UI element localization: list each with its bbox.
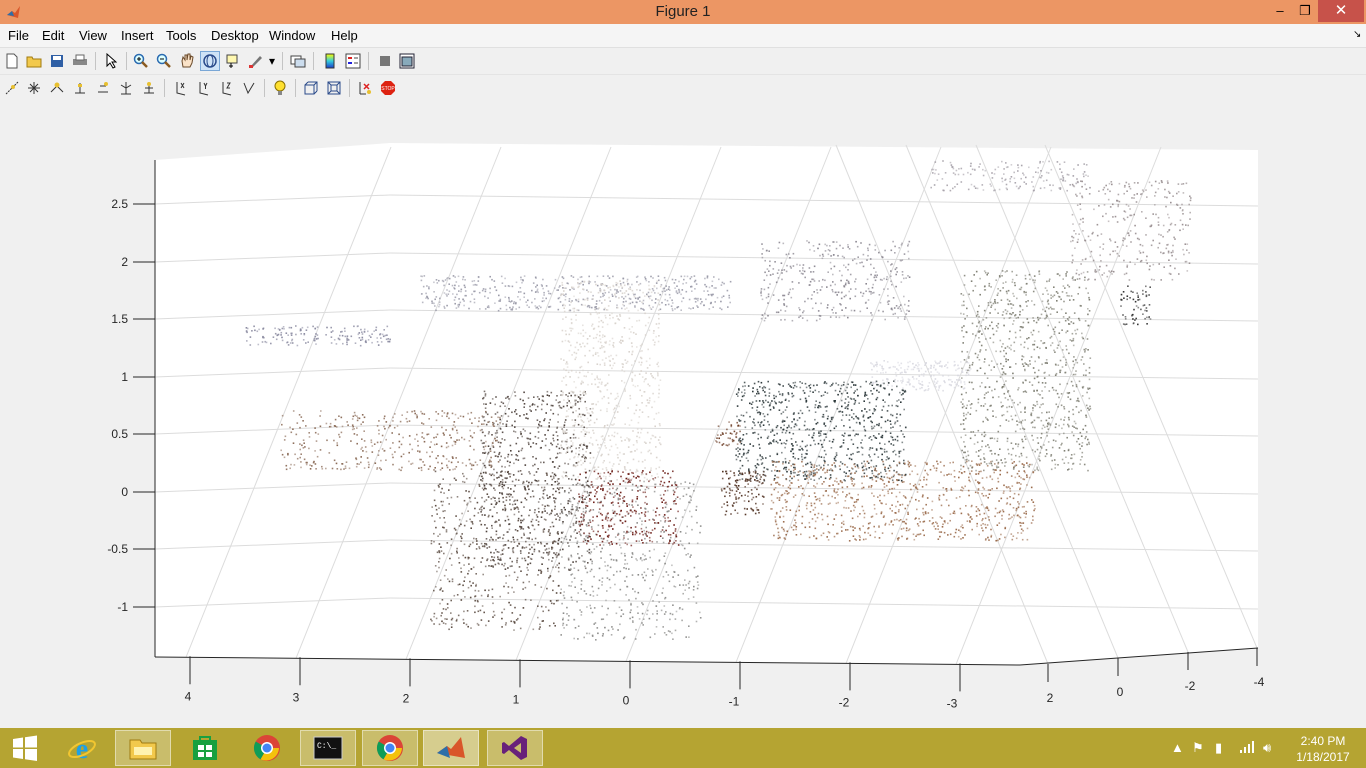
x-tick-label: -2 bbox=[839, 695, 850, 709]
x-principal-axis-icon[interactable] bbox=[170, 78, 190, 98]
z-tick-label: 2 bbox=[121, 255, 128, 269]
close-button[interactable]: ✕ bbox=[1318, 0, 1364, 22]
x-tick-label: 4 bbox=[185, 689, 192, 703]
matlab-icon[interactable] bbox=[423, 730, 479, 766]
chrome-icon[interactable] bbox=[239, 730, 295, 766]
x-tick-label: 0 bbox=[623, 693, 630, 707]
stop-camera-icon[interactable]: STOP bbox=[378, 78, 398, 98]
z-tick-label: 2.5 bbox=[111, 197, 128, 211]
menu-file[interactable]: File bbox=[8, 28, 29, 43]
new-figure-icon[interactable] bbox=[2, 51, 22, 71]
colorbar-icon[interactable] bbox=[320, 51, 340, 71]
taskbar: e C:\_ ▲ ⚑ ▮ 🔊︎ 2:40 PM 1/18/2017 bbox=[0, 728, 1366, 768]
dock-arrow-icon[interactable]: ↘ bbox=[1353, 29, 1361, 40]
camera-dolly-icon[interactable] bbox=[70, 78, 90, 98]
x-tick-label: 3 bbox=[293, 690, 300, 704]
x-tick-label: 2 bbox=[403, 691, 410, 705]
orthographic-projection-icon[interactable] bbox=[301, 78, 321, 98]
menu-insert[interactable]: Insert bbox=[121, 28, 154, 43]
y-tick-label: -4 bbox=[1254, 675, 1265, 689]
link-plot-icon[interactable] bbox=[288, 51, 308, 71]
internet-explorer-icon[interactable]: e bbox=[54, 730, 110, 766]
store-icon[interactable] bbox=[177, 730, 233, 766]
camera-zoom-icon[interactable] bbox=[116, 78, 136, 98]
camera-move-icon[interactable] bbox=[93, 78, 113, 98]
print-icon[interactable] bbox=[70, 51, 90, 71]
y-tick-label: 0 bbox=[1117, 685, 1124, 699]
toggle-light-icon[interactable] bbox=[270, 78, 290, 98]
menu-tools[interactable]: Tools bbox=[166, 28, 196, 43]
brush-dropdown-icon[interactable]: ▾ bbox=[266, 51, 278, 71]
system-clock[interactable]: 2:40 PM 1/18/2017 bbox=[1290, 733, 1356, 765]
file-explorer-icon[interactable] bbox=[115, 730, 171, 766]
camera-light-icon[interactable] bbox=[24, 78, 44, 98]
menu-view[interactable]: View bbox=[79, 28, 107, 43]
hide-plot-tools-icon[interactable] bbox=[375, 51, 395, 71]
menu-edit[interactable]: Edit bbox=[42, 28, 64, 43]
start-button[interactable] bbox=[0, 730, 50, 766]
action-center-icon[interactable]: ⚑ bbox=[1192, 740, 1204, 756]
window-title: Figure 1 bbox=[655, 3, 711, 20]
z-tick-label: 1.5 bbox=[111, 312, 128, 326]
menu-help[interactable]: Help bbox=[331, 28, 358, 43]
brush-icon[interactable] bbox=[246, 51, 266, 71]
menu-bar: File Edit View Insert Tools Desktop Wind… bbox=[0, 24, 1366, 48]
show-hidden-icons-icon[interactable]: ▲ bbox=[1171, 740, 1184, 755]
visual-studio-icon[interactable] bbox=[487, 730, 543, 766]
x-tick-label: -3 bbox=[947, 696, 958, 710]
y-tick-label: -2 bbox=[1185, 679, 1196, 693]
minimize-button[interactable]: – bbox=[1268, 0, 1292, 22]
reset-camera-icon[interactable] bbox=[355, 78, 375, 98]
chrome-icon[interactable] bbox=[362, 730, 418, 766]
title-bar: Figure 1 – ❐ ✕ bbox=[0, 0, 1366, 24]
menu-desktop[interactable]: Desktop bbox=[211, 28, 259, 43]
maximize-button[interactable]: ❐ bbox=[1293, 0, 1317, 22]
perspective-projection-icon[interactable] bbox=[324, 78, 344, 98]
menu-window[interactable]: Window bbox=[269, 28, 315, 43]
data-cursor-icon[interactable] bbox=[223, 51, 243, 71]
z-tick-label: -1 bbox=[117, 600, 128, 614]
z-tick-label: 1 bbox=[121, 370, 128, 384]
legend-icon[interactable] bbox=[343, 51, 363, 71]
show-plot-tools-icon[interactable] bbox=[397, 51, 417, 71]
zoom-in-icon[interactable] bbox=[131, 51, 151, 71]
no-principal-axis-icon[interactable] bbox=[239, 78, 259, 98]
rotate-3d-icon[interactable] bbox=[200, 51, 220, 71]
y-tick-label: 2 bbox=[1047, 691, 1054, 705]
network-icon[interactable] bbox=[1239, 740, 1255, 757]
volume-icon[interactable]: 🔊︎ bbox=[1263, 740, 1271, 756]
pointer-icon[interactable] bbox=[101, 51, 121, 71]
clock-time: 2:40 PM bbox=[1300, 734, 1346, 748]
camera-toolbar: STOP bbox=[0, 75, 1366, 101]
z-tick-label: 0.5 bbox=[111, 427, 128, 441]
figure-canvas[interactable]: -1 -0.5 0 0.5 1 1.5 2 2.5 4 3 2 1 0 -1 -2 -3 2 0 -2 -4 bbox=[0, 102, 1366, 728]
figure-toolbar: ▾ bbox=[0, 48, 1366, 75]
windows-logo-icon bbox=[13, 735, 37, 761]
clock-date: 1/18/2017 bbox=[1296, 750, 1350, 764]
camera-orbit-icon[interactable] bbox=[2, 78, 22, 98]
save-icon[interactable] bbox=[47, 51, 67, 71]
z-tick-label: 0 bbox=[121, 485, 128, 499]
z-tick-label: -0.5 bbox=[107, 542, 128, 556]
axes-3d[interactable]: -1 -0.5 0 0.5 1 1.5 2 2.5 4 3 2 1 0 -1 -2 -3 2 0 -2 -4 bbox=[0, 102, 1366, 728]
zoom-out-icon[interactable] bbox=[154, 51, 174, 71]
camera-pan-icon[interactable] bbox=[47, 78, 67, 98]
x-tick-label: 1 bbox=[513, 692, 520, 706]
x-tick-label: -1 bbox=[729, 694, 740, 708]
y-principal-axis-icon[interactable] bbox=[193, 78, 213, 98]
camera-roll-icon[interactable] bbox=[139, 78, 159, 98]
z-principal-axis-icon[interactable] bbox=[216, 78, 236, 98]
svg-text:STOP: STOP bbox=[381, 86, 395, 92]
power-icon[interactable]: ▮ bbox=[1215, 740, 1222, 756]
open-file-icon[interactable] bbox=[24, 51, 44, 71]
pan-icon[interactable] bbox=[177, 51, 197, 71]
command-prompt-icon[interactable]: C:\_ bbox=[300, 730, 356, 766]
